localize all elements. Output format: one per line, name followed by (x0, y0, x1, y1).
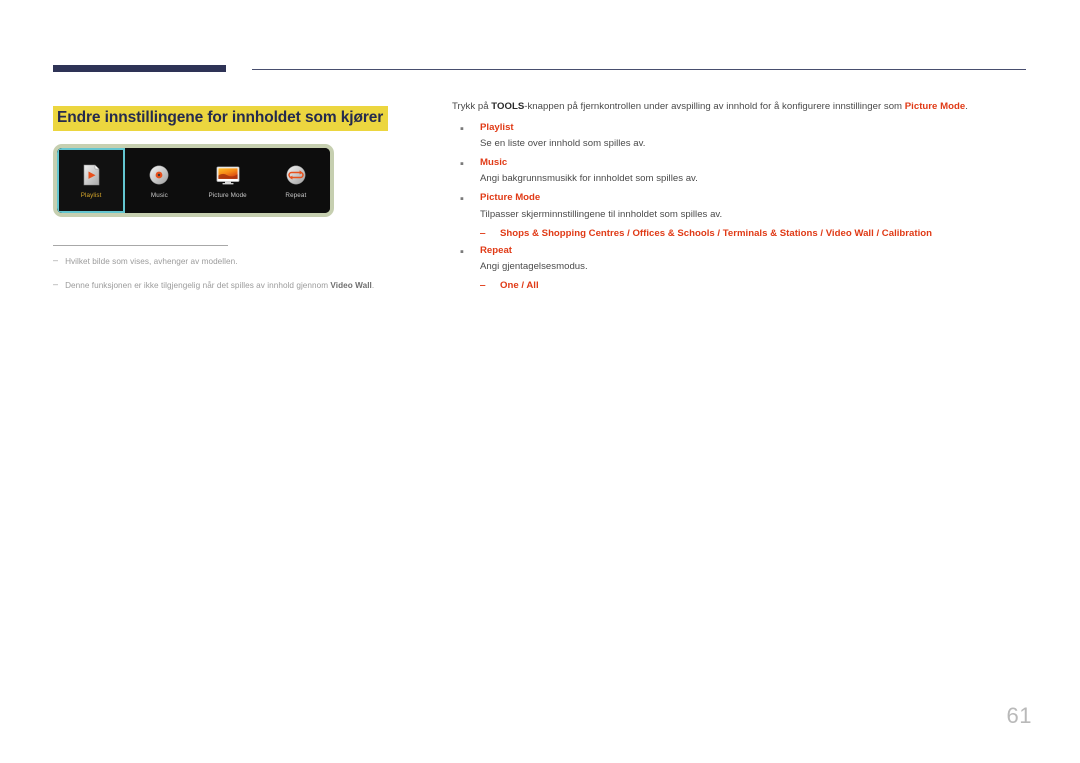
footnote-dash: ‒ (53, 255, 59, 265)
footnote-text: Denne funksjonen er ikke tilgjengelig nå… (65, 281, 331, 291)
bullet-marker: ▪ (460, 193, 464, 206)
repeat-loop-icon (282, 161, 310, 189)
bullet-row: ▪ Music (452, 157, 1027, 171)
bullet-title: Picture Mode (480, 192, 541, 204)
page-number: 61 (1006, 703, 1032, 728)
bullet-marker: ▪ (460, 122, 464, 135)
intro-part2: -knappen på fjernkontrollen under avspil… (524, 101, 905, 112)
bullet-marker: ▪ (460, 158, 464, 171)
bullet-title: Music (480, 157, 508, 169)
intro-part3: . (965, 101, 968, 112)
page-title: Endre innstillingene for innholdet som k… (53, 106, 389, 131)
footnotes: ‒ Hvilket bilde som vises, avhenger av m… (53, 245, 393, 304)
toolbar-figure: Playlist Music Picture Mode Repeat (53, 144, 334, 217)
bullet-row: ▪ Playlist (452, 122, 1027, 136)
playlist-file-icon (77, 161, 105, 189)
right-column: Trykk på TOOLS-knappen på fjernkontrolle… (452, 100, 1027, 298)
option-values: Shops & Shopping Centres / Offices & Sch… (500, 227, 933, 239)
header-rule-thick (53, 65, 226, 72)
bullet-option-row: ‒ Shops & Shopping Centres / Offices & S… (480, 228, 1027, 240)
intro-paragraph: Trykk på TOOLS-knappen på fjernkontrolle… (452, 100, 1027, 114)
bullet-group-playlist: ▪ Playlist Se en liste over innhold som … (452, 122, 1027, 151)
music-disc-icon (145, 161, 173, 189)
bullet-row: ▪ Picture Mode (452, 192, 1027, 206)
header-rule-thin (252, 69, 1026, 70)
option-values: One / All (500, 280, 539, 292)
toolbar-item-music[interactable]: Music (125, 148, 193, 213)
header-rules (0, 0, 1080, 90)
option-dash: ‒ (480, 280, 486, 292)
footnote-text-wrap: Denne funksjonen er ikke tilgjengelig nå… (65, 280, 374, 291)
bullet-title: Repeat (480, 245, 512, 257)
toolbar-label-picture-mode: Picture Mode (208, 192, 247, 200)
bullet-description: Tilpasser skjerminnstillingene til innho… (480, 208, 723, 220)
bullet-title: Playlist (480, 121, 514, 133)
bullet-description: Angi gjentagelsesmodus. (480, 261, 588, 273)
intro-picture-mode-keyword: Picture Mode (904, 101, 966, 112)
bullet-group-music: ▪ Music Angi bakgrunnsmusikk for innhold… (452, 157, 1027, 186)
bullet-group-repeat: ▪ Repeat Angi gjentagelsesmodus. ‒ One /… (452, 245, 1027, 293)
bullet-description: Se en liste over innhold som spilles av. (480, 138, 646, 150)
footnote-item: ‒ Hvilket bilde som vises, avhenger av m… (53, 255, 393, 267)
left-column: Endre innstillingene for innholdet som k… (53, 96, 433, 290)
toolbar-item-repeat[interactable]: Repeat (262, 148, 330, 213)
bullet-option-row: ‒ One / All (480, 280, 1027, 292)
footnote-text: Hvilket bilde som vises, avhenger av mod… (65, 257, 238, 266)
option-dash: ‒ (480, 227, 486, 239)
footnote-bold-term: Video Wall (330, 281, 372, 291)
picture-mode-monitor-icon (214, 161, 242, 189)
footnote-item: ‒ Denne funksjonen er ikke tilgjengelig … (53, 279, 393, 291)
toolbar-label-playlist: Playlist (80, 192, 102, 200)
bullet-description: Angi bakgrunnsmusikk for innholdet som s… (480, 173, 698, 185)
toolbar-label-music: Music (150, 192, 168, 200)
bullet-group-picture-mode: ▪ Picture Mode Tilpasser skjerminnstilli… (452, 192, 1027, 240)
intro-tools-keyword: TOOLS (491, 101, 525, 112)
footnote-period: . (371, 281, 375, 291)
toolbar-label-repeat: Repeat (285, 192, 307, 200)
bullet-row: ▪ Repeat (452, 245, 1027, 259)
intro-part1: Trykk på (452, 101, 492, 112)
footnotes-divider (53, 245, 228, 246)
toolbar-strip: Playlist Music Picture Mode Repeat (57, 148, 330, 213)
footnote-dash: ‒ (53, 279, 59, 290)
toolbar-item-playlist[interactable]: Playlist (57, 148, 126, 213)
bullet-marker: ▪ (460, 246, 464, 259)
toolbar-item-picture-mode[interactable]: Picture Mode (194, 148, 262, 213)
